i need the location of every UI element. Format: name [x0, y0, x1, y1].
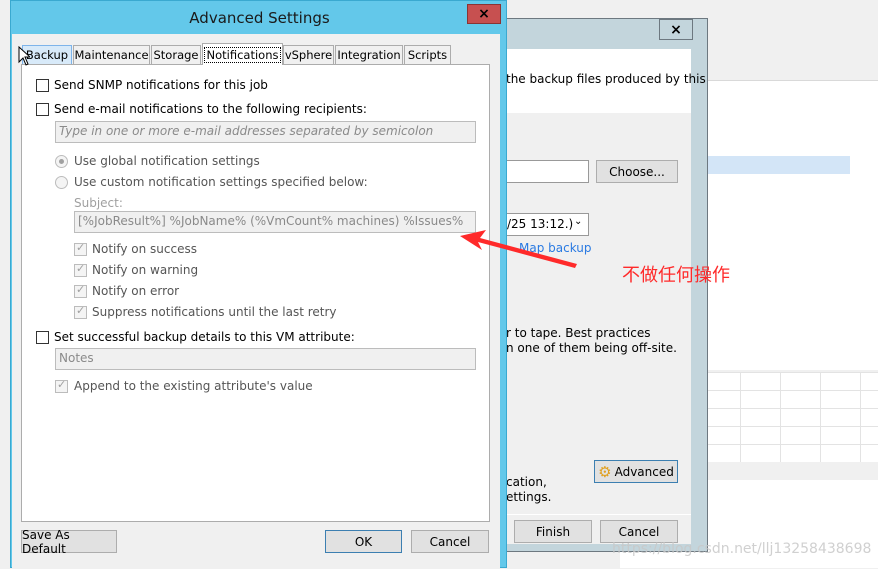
watermark: https://blog.csdn.net/llj13258438698	[612, 541, 872, 557]
annotation-text: 不做任何操作	[622, 265, 730, 286]
annotation-arrow-icon	[460, 230, 577, 268]
tab-notifications[interactable]: Notifications	[202, 43, 283, 65]
mouse-cursor-icon	[18, 46, 30, 66]
